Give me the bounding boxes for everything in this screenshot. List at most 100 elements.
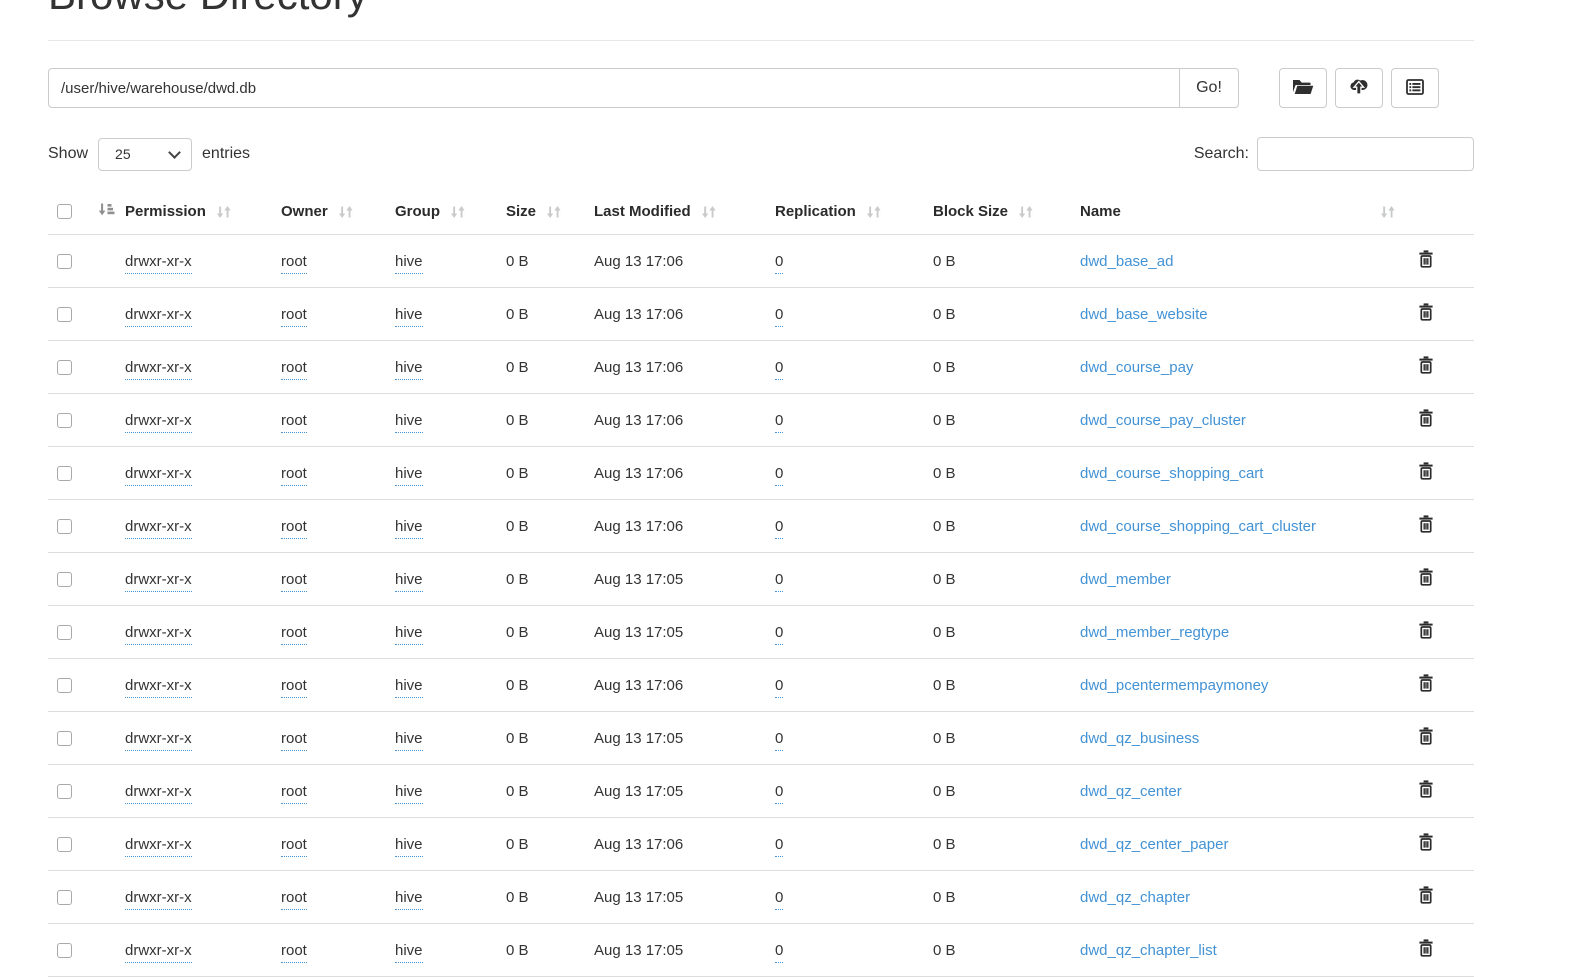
delete-button[interactable] <box>1418 886 1434 907</box>
replication-value[interactable]: 0 <box>775 517 784 539</box>
row-checkbox[interactable] <box>57 306 72 322</box>
delete-button[interactable] <box>1418 833 1434 854</box>
directory-name-link[interactable]: dwd_qz_center_paper <box>1080 836 1228 853</box>
directory-name-link[interactable]: dwd_qz_business <box>1080 730 1199 747</box>
owner-value[interactable]: root <box>281 888 307 910</box>
permission-value[interactable]: drwxr-xr-x <box>125 411 192 433</box>
replication-value[interactable]: 0 <box>775 835 784 857</box>
group-value[interactable]: hive <box>395 941 423 963</box>
row-checkbox[interactable] <box>57 783 72 799</box>
delete-button[interactable] <box>1418 515 1434 536</box>
directory-name-link[interactable]: dwd_course_pay_cluster <box>1080 412 1246 429</box>
replication-value[interactable]: 0 <box>775 411 784 433</box>
directory-name-link[interactable]: dwd_qz_center <box>1080 783 1182 800</box>
group-value[interactable]: hive <box>395 888 423 910</box>
directory-name-link[interactable]: dwd_member <box>1080 571 1171 588</box>
owner-value[interactable]: root <box>281 464 307 486</box>
cut-paste-button[interactable] <box>1391 68 1439 108</box>
row-checkbox[interactable] <box>57 571 72 587</box>
group-value[interactable]: hive <box>395 464 423 486</box>
search-input[interactable] <box>1257 137 1474 171</box>
directory-name-link[interactable]: dwd_course_pay <box>1080 359 1193 376</box>
row-checkbox[interactable] <box>57 412 72 428</box>
directory-name-link[interactable]: dwd_course_shopping_cart_cluster <box>1080 518 1316 535</box>
delete-button[interactable] <box>1418 780 1434 801</box>
replication-value[interactable]: 0 <box>775 305 784 327</box>
replication-value[interactable]: 0 <box>775 358 784 380</box>
row-checkbox[interactable] <box>57 465 72 481</box>
directory-name-link[interactable]: dwd_pcentermempaymoney <box>1080 677 1268 694</box>
directory-name-link[interactable]: dwd_base_website <box>1080 306 1208 323</box>
col-header-group[interactable]: Group <box>395 190 506 235</box>
permission-value[interactable]: drwxr-xr-x <box>125 570 192 592</box>
owner-value[interactable]: root <box>281 358 307 380</box>
permission-value[interactable]: drwxr-xr-x <box>125 464 192 486</box>
delete-button[interactable] <box>1418 727 1434 748</box>
row-checkbox[interactable] <box>57 518 72 534</box>
row-checkbox[interactable] <box>57 730 72 746</box>
replication-value[interactable]: 0 <box>775 464 784 486</box>
group-value[interactable]: hive <box>395 782 423 804</box>
replication-value[interactable]: 0 <box>775 888 784 910</box>
replication-value[interactable]: 0 <box>775 623 784 645</box>
col-header-block-size[interactable]: Block Size <box>933 190 1080 235</box>
permission-value[interactable]: drwxr-xr-x <box>125 676 192 698</box>
permission-value[interactable]: drwxr-xr-x <box>125 729 192 751</box>
row-checkbox[interactable] <box>57 942 72 958</box>
directory-name-link[interactable]: dwd_base_ad <box>1080 253 1173 270</box>
directory-name-link[interactable]: dwd_qz_chapter_list <box>1080 942 1217 959</box>
permission-value[interactable]: drwxr-xr-x <box>125 358 192 380</box>
col-header-replication[interactable]: Replication <box>775 190 933 235</box>
select-all-checkbox[interactable] <box>57 204 72 219</box>
owner-value[interactable]: root <box>281 676 307 698</box>
owner-value[interactable]: root <box>281 517 307 539</box>
owner-value[interactable]: root <box>281 252 307 274</box>
owner-value[interactable]: root <box>281 411 307 433</box>
permission-value[interactable]: drwxr-xr-x <box>125 888 192 910</box>
group-value[interactable]: hive <box>395 252 423 274</box>
delete-button[interactable] <box>1418 356 1434 377</box>
group-value[interactable]: hive <box>395 570 423 592</box>
permission-value[interactable]: drwxr-xr-x <box>125 252 192 274</box>
owner-value[interactable]: root <box>281 835 307 857</box>
owner-value[interactable]: root <box>281 623 307 645</box>
owner-value[interactable]: root <box>281 570 307 592</box>
permission-value[interactable]: drwxr-xr-x <box>125 517 192 539</box>
page-size-select[interactable]: 25 <box>98 137 193 171</box>
replication-value[interactable]: 0 <box>775 729 784 751</box>
permission-value[interactable]: drwxr-xr-x <box>125 305 192 327</box>
permission-value[interactable]: drwxr-xr-x <box>125 941 192 963</box>
permission-value[interactable]: drwxr-xr-x <box>125 623 192 645</box>
directory-path-input[interactable] <box>48 68 1180 108</box>
replication-value[interactable]: 0 <box>775 252 784 274</box>
row-checkbox[interactable] <box>57 836 72 852</box>
delete-button[interactable] <box>1418 939 1434 960</box>
col-header-name[interactable]: Name <box>1080 190 1410 235</box>
permission-value[interactable]: drwxr-xr-x <box>125 835 192 857</box>
row-checkbox[interactable] <box>57 889 72 905</box>
directory-name-link[interactable]: dwd_course_shopping_cart <box>1080 465 1263 482</box>
group-value[interactable]: hive <box>395 623 423 645</box>
group-value[interactable]: hive <box>395 305 423 327</box>
replication-value[interactable]: 0 <box>775 941 784 963</box>
delete-button[interactable] <box>1418 303 1434 324</box>
group-value[interactable]: hive <box>395 729 423 751</box>
replication-value[interactable]: 0 <box>775 676 784 698</box>
col-header-permission[interactable]: Permission <box>125 190 281 235</box>
col-header-size[interactable]: Size <box>506 190 594 235</box>
replication-value[interactable]: 0 <box>775 782 784 804</box>
owner-value[interactable]: root <box>281 305 307 327</box>
delete-button[interactable] <box>1418 250 1434 271</box>
go-button[interactable]: Go! <box>1179 68 1239 108</box>
delete-button[interactable] <box>1418 462 1434 483</box>
delete-button[interactable] <box>1418 409 1434 430</box>
col-header-last-modified[interactable]: Last Modified <box>594 190 775 235</box>
row-checkbox[interactable] <box>57 677 72 693</box>
row-checkbox[interactable] <box>57 253 72 269</box>
upload-files-button[interactable] <box>1335 68 1383 108</box>
delete-button[interactable] <box>1418 568 1434 589</box>
directory-name-link[interactable]: dwd_qz_chapter <box>1080 889 1190 906</box>
group-value[interactable]: hive <box>395 358 423 380</box>
owner-value[interactable]: root <box>281 782 307 804</box>
permission-value[interactable]: drwxr-xr-x <box>125 782 192 804</box>
